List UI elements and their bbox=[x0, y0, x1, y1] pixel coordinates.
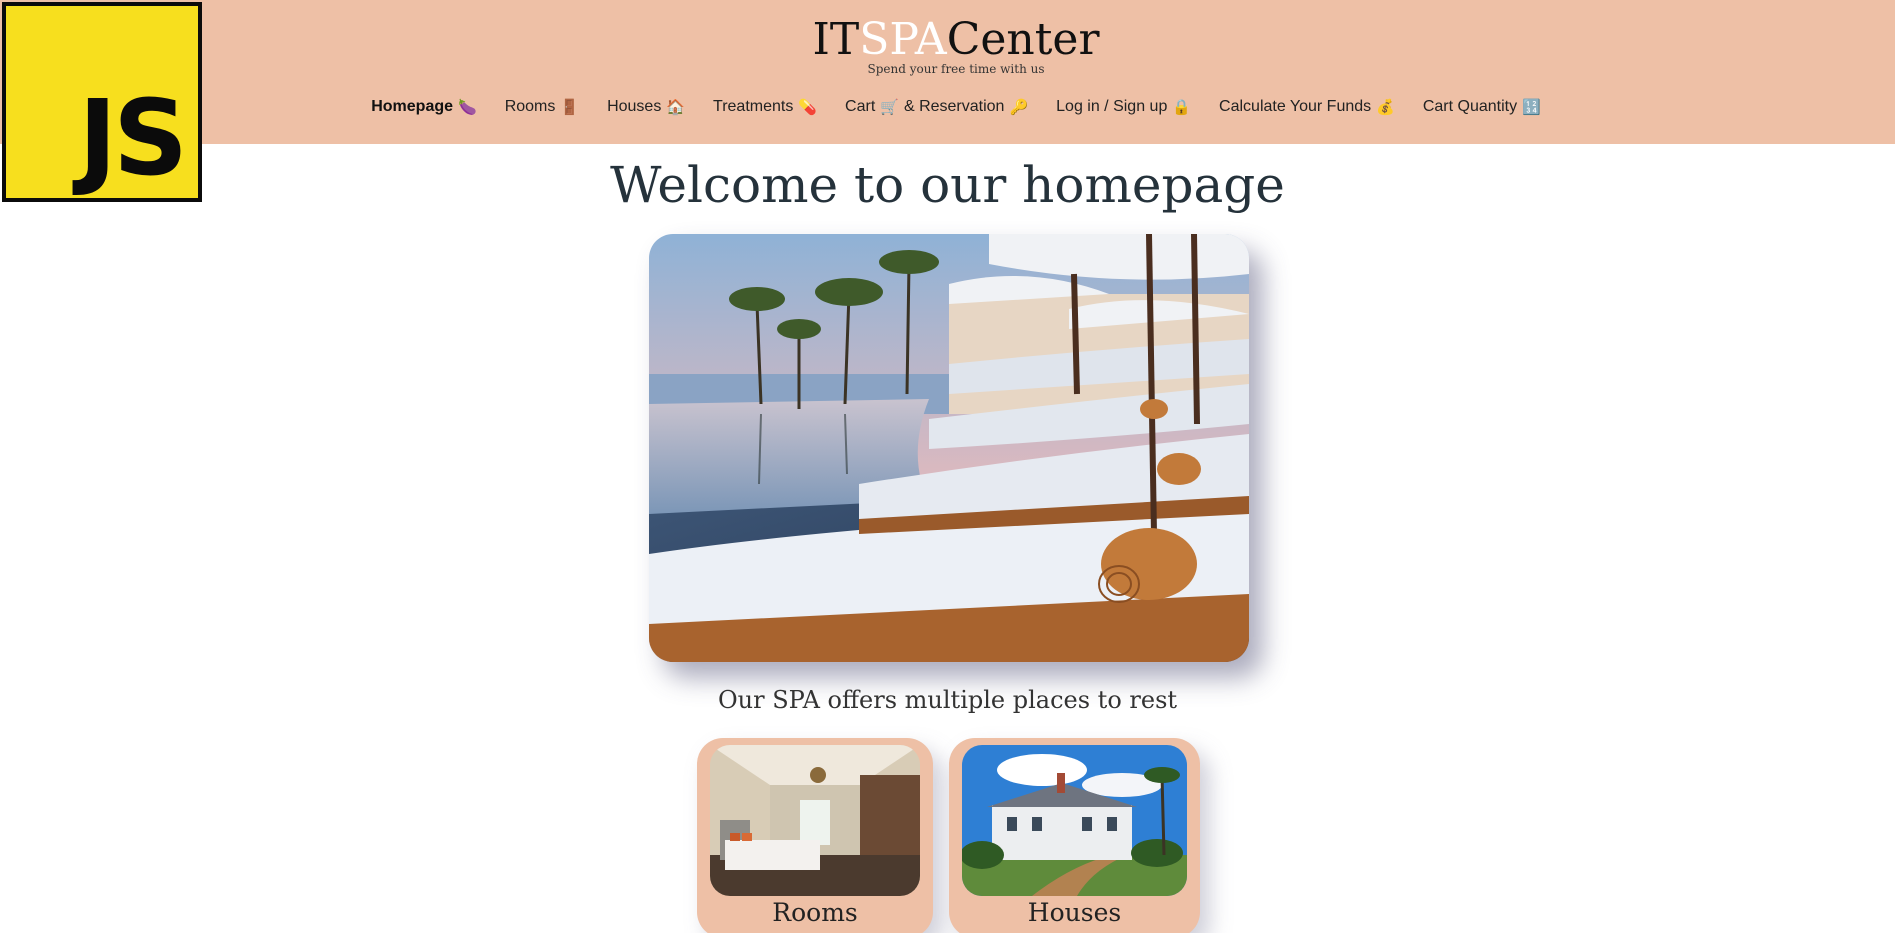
rooms-card-label: Rooms bbox=[772, 898, 858, 927]
hero-image bbox=[649, 234, 1249, 662]
nav-label: Homepage bbox=[371, 98, 454, 115]
js-logo-text: JS bbox=[78, 77, 188, 199]
bedroom-illustration bbox=[710, 745, 920, 896]
nav-item-treatments[interactable]: Treatments 💊 bbox=[713, 98, 817, 116]
nav-label-suffix: & Reservation bbox=[903, 98, 1005, 115]
cart-icon: 🛒 bbox=[880, 98, 899, 116]
nav-item-login-signup[interactable]: Log in / Sign up 🔒 bbox=[1056, 98, 1191, 116]
js-logo: JS bbox=[2, 2, 202, 202]
rooms-card[interactable]: Rooms bbox=[697, 738, 933, 933]
nav-label: Rooms bbox=[504, 98, 556, 115]
brand-suffix: Center bbox=[946, 14, 1100, 65]
places-subheading: Our SPA offers multiple places to rest bbox=[717, 686, 1178, 714]
nav-item-houses[interactable]: Houses 🏠 bbox=[607, 98, 685, 116]
nav-item-calculate-funds[interactable]: Calculate Your Funds 💰 bbox=[1219, 98, 1395, 116]
nav-item-cart-reservation[interactable]: Cart 🛒 & Reservation 🔑 bbox=[845, 98, 1028, 116]
spa-pool-illustration bbox=[649, 234, 1249, 662]
nav-label: Cart bbox=[845, 98, 876, 115]
main-nav: Homepage 🍆 Rooms 🚪 Houses 🏠 Treatments 💊… bbox=[0, 98, 1895, 116]
lock-icon: 🔒 bbox=[1172, 98, 1192, 116]
nav-label: Calculate Your Funds bbox=[1219, 98, 1372, 115]
site-tagline: Spend your free time with us bbox=[867, 62, 1045, 76]
rooms-image bbox=[710, 745, 920, 896]
site-brand[interactable]: ITSPACenter bbox=[0, 18, 1895, 62]
money-bag-icon: 💰 bbox=[1376, 98, 1395, 116]
door-icon: 🚪 bbox=[560, 98, 580, 116]
nav-item-homepage[interactable]: Homepage 🍆 bbox=[371, 98, 476, 116]
eggplant-icon: 🍆 bbox=[458, 98, 477, 116]
nav-label: Houses bbox=[607, 98, 662, 115]
nav-label: Log in / Sign up bbox=[1056, 98, 1168, 115]
houses-card-label: Houses bbox=[1027, 898, 1122, 927]
brand-highlight: SPA bbox=[859, 14, 947, 65]
numbers-icon: 🔢 bbox=[1522, 98, 1541, 116]
house-icon: 🏠 bbox=[666, 98, 686, 116]
page-title: Welcome to our homepage bbox=[610, 156, 1285, 214]
pill-icon: 💊 bbox=[798, 98, 818, 116]
house-illustration bbox=[962, 745, 1187, 896]
key-icon: 🔑 bbox=[1009, 98, 1029, 116]
houses-image bbox=[962, 745, 1187, 896]
nav-item-cart-quantity[interactable]: Cart Quantity 🔢 bbox=[1423, 98, 1541, 116]
houses-card[interactable]: Houses bbox=[949, 738, 1200, 933]
site-header: ITSPACenter Spend your free time with us… bbox=[0, 0, 1895, 144]
brand-prefix: IT bbox=[812, 14, 860, 65]
nav-label: Cart Quantity bbox=[1422, 98, 1518, 115]
nav-label: Treatments bbox=[713, 98, 794, 115]
nav-item-rooms[interactable]: Rooms 🚪 bbox=[505, 98, 579, 116]
